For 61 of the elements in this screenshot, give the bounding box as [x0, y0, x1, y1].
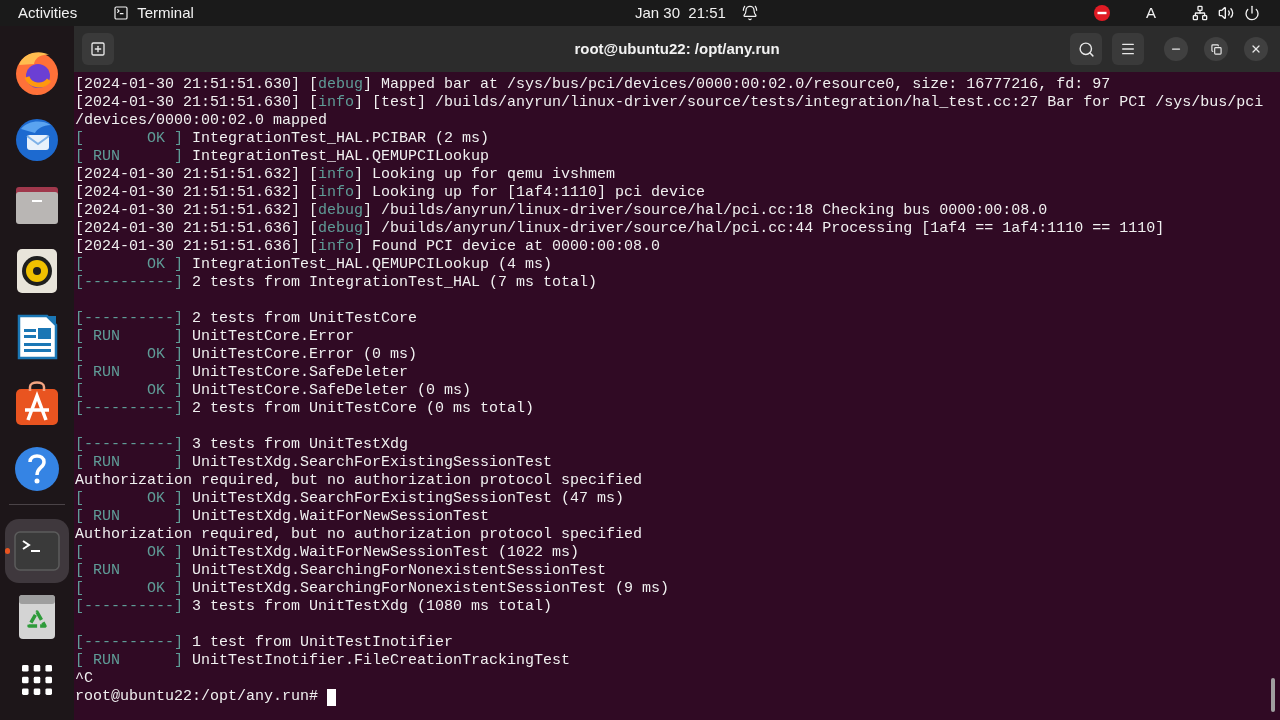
terminal-line: Authorization required, but no authorization protocol specified: [75, 472, 643, 490]
power-icon: [1244, 5, 1260, 21]
terminal-line: [ OK ] UnitTestXdg.SearchingForNonexistentSessionTest (9 ms): [75, 580, 670, 598]
question-mark-icon[interactable]: [13, 445, 61, 493]
terminal-line: [----------] 2 tests from UnitTestCore: [75, 310, 418, 328]
terminal-line: [ RUN ] IntegrationTest_HAL.QEMUPCILookup: [75, 148, 490, 166]
terminal-line: [ OK ] IntegrationTest_HAL.QEMUPCILookup (4 ms): [75, 256, 553, 274]
terminal-line: [ RUN ] UnitTestXdg.SearchingForNonexistentSessionTest: [75, 562, 607, 580]
plus-square-icon: [90, 41, 106, 57]
search-icon: [1077, 40, 1095, 58]
prompt-text: root@ubuntu22:/opt/any.run#: [75, 688, 319, 706]
close-button[interactable]: [1244, 37, 1268, 61]
terminal-line: [ OK ] UnitTestXdg.SearchForExistingSessionTest (47 ms): [75, 490, 625, 508]
menu-icon: [1120, 41, 1136, 57]
fox-globe-icon[interactable]: [13, 49, 61, 97]
terminal-line: [2024-01-30 21:51:51.636] [debug] /builds/anyrun/linux-driver/source/hal/pci.cc:44 Processing [1af4 == 1af4:1110 == 1110]: [75, 220, 1165, 238]
dock-item[interactable]: [5, 519, 69, 583]
terminal-line: [ RUN ] UnitTestXdg.SearchForExistingSessionTest: [75, 454, 553, 472]
close-icon: [1250, 43, 1262, 55]
terminal-line: Authorization required, but no authorization protocol specified: [75, 526, 643, 544]
new-tab-button[interactable]: [82, 33, 114, 65]
shopping-bag-icon[interactable]: [13, 379, 61, 427]
terminal-line: ^C: [75, 670, 93, 688]
bell-icon: [741, 5, 758, 21]
terminal-line: [ RUN ] UnitTestCore.SafeDeleter: [75, 364, 409, 382]
activities-button[interactable]: Activities: [18, 3, 78, 23]
terminal-line: [2024-01-30 21:51:51.630] [debug] Mapped bar at /sys/bus/pci/devices/0000:00:02.0/resource0, size: 16777216, fd: 97: [75, 76, 1111, 94]
terminal-line: [----------] 2 tests from IntegrationTest_HAL (7 ms total): [75, 274, 598, 292]
terminal-line: [ OK ] UnitTestCore.Error (0 ms): [75, 346, 418, 364]
terminal-line: [----------] 3 tests from UnitTestXdg (1080 ms total): [75, 598, 553, 616]
network-icon: [1192, 5, 1208, 21]
terminal-line: [----------] 2 tests from UnitTestCore (0 ms total): [75, 400, 535, 418]
scrollbar-thumb[interactable]: [1271, 678, 1275, 712]
terminal-line: [2024-01-30 21:51:51.632] [debug] /builds/anyrun/linux-driver/source/hal/pci.cc:18 Checking bus 0000:00:08.0: [75, 202, 1048, 220]
no-entry-icon[interactable]: [1094, 5, 1110, 21]
terminal-line: [2024-01-30 21:51:51.630] [info] [test] /builds/anyrun/linux-driver/source/tests/integration/hal_test.cc:27 Bar for PCI /sys/bus/pci: [75, 94, 1264, 112]
app-menu-button[interactable]: Terminal: [113, 3, 194, 23]
terminal-line: [ OK ] UnitTestCore.SafeDeleter (0 ms): [75, 382, 472, 400]
search-button[interactable]: [1070, 33, 1102, 65]
clock-button[interactable]: Jan 30 21:51: [635, 3, 758, 23]
system-menu-button[interactable]: [1192, 5, 1260, 21]
terminal-line: [2024-01-30 21:51:51.632] [info] Looking up for [1af4:1110] pci device: [75, 184, 706, 202]
minimize-button[interactable]: [1164, 37, 1188, 61]
window-title: root@ubuntu22: /opt/any.run: [574, 38, 780, 59]
terminal-line: [----------] 1 test from UnitTestInotifier: [75, 634, 454, 652]
input-source-button[interactable]: A: [1146, 3, 1156, 23]
volume-icon: [1218, 5, 1234, 21]
terminal-line: [ RUN ] UnitTestCore.Error: [75, 328, 355, 346]
terminal-line: [ RUN ] UnitTestXdg.WaitForNewSessionTest: [75, 508, 490, 526]
restore-icon: [1210, 43, 1222, 55]
terminal-line: /devices/0000:00:02.0 mapped: [75, 112, 328, 130]
terminal-line: [2024-01-30 21:51:51.636] [info] Found PCI device at 0000:00:08.0: [75, 238, 661, 256]
terminal-line: [ RUN ] UnitTestInotifier.FileCreationTrackingTest: [75, 652, 571, 670]
terminal-line: [2024-01-30 21:51:51.632] [info] Looking up for qemu ivshmem: [75, 166, 616, 184]
app-grid-icon[interactable]: [22, 665, 52, 695]
menu-button[interactable]: [1112, 33, 1144, 65]
restore-button[interactable]: [1204, 37, 1228, 61]
terminal-icon: [113, 5, 130, 21]
terminal-line: [ OK ] UnitTestXdg.WaitForNewSessionTest (1022 ms): [75, 544, 580, 562]
terminal-line: [ OK ] IntegrationTest_HAL.PCIBAR (2 ms): [75, 130, 490, 148]
terminal-line: [----------] 3 tests from UnitTestXdg: [75, 436, 409, 454]
